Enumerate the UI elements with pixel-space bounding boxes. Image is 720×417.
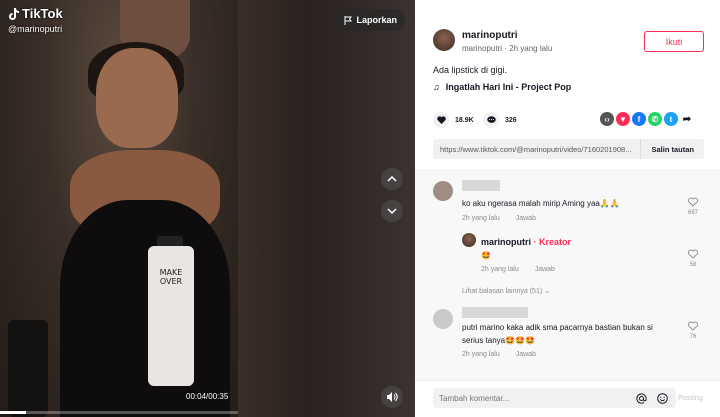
chevron-down-icon — [387, 208, 397, 214]
facebook-icon[interactable]: f — [632, 112, 646, 126]
video-bottle-white — [148, 246, 194, 386]
reply-link[interactable]: Jawab — [516, 351, 536, 358]
send-icon[interactable]: ▼ — [616, 112, 630, 126]
view-more-replies-label: Lihat balasan lainnya (51) — [462, 288, 543, 295]
post-header: marinoputri marinoputri · 2h yang lalu I… — [415, 0, 720, 170]
comment-input-box — [433, 388, 676, 408]
share-icons-row: ‹› ▼ f ✆ t ➦ — [600, 112, 694, 126]
emoji-icon[interactable] — [655, 391, 669, 405]
like-stat[interactable]: 18.9K — [433, 112, 474, 128]
comments-list: ko aku ngerasa malah mirip Aming yaa🙏🙏 2… — [415, 170, 720, 380]
side-panel: marinoputri marinoputri · 2h yang lalu I… — [415, 0, 720, 417]
reply-author[interactable]: marinoputri · Kreator — [481, 237, 571, 247]
volume-button[interactable] — [381, 386, 403, 408]
previous-video-button[interactable] — [381, 168, 403, 190]
post-comment-button[interactable]: Posting — [678, 393, 703, 402]
comment-like-count: 76 — [689, 334, 697, 340]
twitter-icon[interactable]: t — [664, 112, 678, 126]
author-subtitle: marinoputri · 2h yang lalu — [462, 44, 553, 53]
flag-icon — [344, 15, 353, 25]
reply-link[interactable]: Jawab — [516, 215, 536, 222]
mention-icon[interactable] — [634, 391, 648, 405]
comment-time: 2h yang lalu — [462, 215, 500, 222]
comment-composer: Posting — [415, 380, 720, 417]
copy-link-box: https://www.tiktok.com/@marinoputri/vide… — [433, 139, 704, 159]
commenter-avatar[interactable] — [433, 309, 453, 329]
comment-meta: 2h yang lalu Jawab — [462, 351, 536, 358]
tiktok-note-icon — [9, 7, 19, 20]
comment-stat[interactable]: 326 — [483, 112, 517, 128]
commenter-avatar[interactable] — [433, 181, 453, 201]
share-arrow-icon[interactable]: ➦ — [680, 112, 694, 126]
video-watermark-handle: @marinoputri — [8, 24, 63, 34]
heart-icon — [433, 112, 449, 128]
comment-like[interactable]: 697 — [683, 197, 703, 216]
commenter-name-redacted — [462, 307, 528, 318]
follow-button[interactable]: Ikuti — [644, 31, 704, 52]
video-bottle-dark — [88, 340, 126, 417]
creator-badge: · Kreator — [533, 237, 572, 247]
copy-link-button[interactable]: Salin tautan — [640, 139, 704, 159]
video-person-dress — [60, 200, 230, 417]
tiktok-logo[interactable]: TikTok — [8, 6, 63, 21]
volume-icon — [386, 392, 398, 402]
report-button[interactable]: Laporkan — [336, 9, 405, 31]
comment-count: 326 — [505, 116, 517, 124]
like-count: 18.9K — [455, 116, 474, 124]
video-timecode: 00:04/00:35 — [186, 392, 229, 401]
post-caption: Ada lipstick di gigi. — [433, 65, 508, 75]
reply-text: 🤩 — [481, 251, 491, 260]
comment-input[interactable] — [433, 388, 634, 408]
reply-link[interactable]: Jawab — [535, 266, 555, 273]
comment-like[interactable]: 76 — [683, 321, 703, 340]
music-title: Ingatlah Hari Ini - Project Pop — [445, 82, 572, 92]
reply-author-name: marinoputri — [481, 237, 532, 247]
commenter-name-redacted — [462, 180, 500, 191]
heart-outline-icon — [688, 321, 698, 331]
comment-text: ko aku ngerasa malah mirip Aming yaa🙏🙏 — [462, 199, 620, 208]
comment-text-line2: serius tanya🤩🤩🤩 — [462, 336, 536, 345]
video-progress-fill — [0, 411, 27, 414]
video-person-face — [96, 48, 178, 148]
chevron-up-icon — [387, 176, 397, 182]
video-progress-bar[interactable] — [0, 411, 238, 414]
comment-meta: 2h yang lalu Jawab — [462, 215, 536, 222]
creator-avatar[interactable] — [462, 233, 476, 247]
comment-text-line1: putri marino kaka adik sma pacarnya bast… — [462, 323, 653, 332]
reply-like[interactable]: 58 — [683, 249, 703, 268]
tiktok-video-page: MAKE OVER TikTok @marinoputri Laporkan 0… — [0, 0, 720, 417]
chevron-down-icon: ⌄ — [544, 288, 550, 295]
whatsapp-icon[interactable]: ✆ — [648, 112, 662, 126]
report-label: Laporkan — [356, 15, 397, 25]
video-bottle-label: MAKE OVER — [159, 268, 183, 286]
video-link-text[interactable]: https://www.tiktok.com/@marinoputri/vide… — [433, 145, 640, 154]
comment-like-count: 697 — [687, 210, 698, 216]
author-username[interactable]: marinoputri — [462, 30, 518, 41]
tiktok-brand: TikTok — [22, 6, 63, 21]
video-bottle-dark — [8, 320, 48, 417]
embed-icon[interactable]: ‹› — [600, 112, 614, 126]
reply-like-count: 58 — [689, 262, 697, 268]
author-avatar[interactable] — [433, 29, 455, 51]
reply-time: 2h yang lalu — [481, 266, 519, 273]
heart-outline-icon — [688, 249, 698, 259]
reply-meta: 2h yang lalu Jawab — [481, 266, 555, 273]
next-video-button[interactable] — [381, 200, 403, 222]
comment-icon — [483, 112, 499, 128]
music-note-icon: ♫ — [433, 82, 440, 92]
comment-time: 2h yang lalu — [462, 351, 500, 358]
music-link[interactable]: ♫ Ingatlah Hari Ini - Project Pop — [433, 82, 571, 92]
view-more-replies[interactable]: Lihat balasan lainnya (51) ⌄ — [462, 287, 550, 295]
video-player[interactable]: MAKE OVER TikTok @marinoputri Laporkan 0… — [0, 0, 415, 417]
heart-outline-icon — [688, 197, 698, 207]
